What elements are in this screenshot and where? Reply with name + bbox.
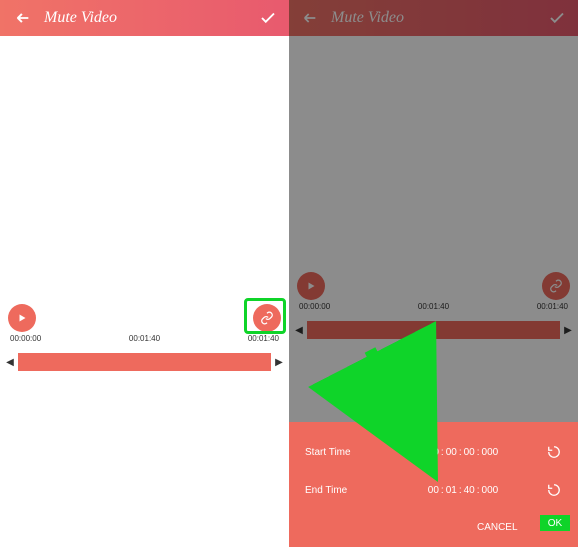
chevron-right-icon[interactable]: ▶ [564, 325, 572, 336]
page-title: Mute Video [331, 9, 536, 27]
end-minutes[interactable]: 01 [446, 485, 457, 496]
app-header: Mute Video [0, 0, 289, 36]
play-button[interactable] [8, 304, 36, 332]
time-labels: 00:00:00 00:01:40 00:01:40 [0, 334, 289, 343]
confirm-icon[interactable] [259, 9, 277, 27]
controls-row [289, 264, 578, 302]
end-time-row: End Time 00: 01: 40: 000 [305, 482, 562, 498]
screen-left: Mute Video 00:00:00 00:01:40 00:01:40 ◀ … [0, 0, 289, 547]
time-mid-label: 00:01:40 [418, 302, 449, 311]
trimmer-bar[interactable] [18, 353, 271, 371]
end-ms[interactable]: 000 [482, 485, 499, 496]
ok-button[interactable]: OK [536, 520, 562, 535]
start-time-segments[interactable]: 00: 00: 00: 000 [380, 447, 546, 458]
page-title: Mute Video [44, 9, 247, 27]
time-end-label: 00:01:40 [537, 302, 568, 311]
panel-actions: CANCEL OK [305, 520, 562, 535]
time-mid-label: 00:01:40 [129, 334, 160, 343]
trimmer[interactable]: ◀ ▶ [0, 343, 289, 381]
end-time-segments[interactable]: 00: 01: 40: 000 [380, 485, 546, 496]
link-time-button[interactable] [542, 272, 570, 300]
end-seconds[interactable]: 40 [464, 485, 475, 496]
reset-start-icon[interactable] [546, 444, 562, 460]
start-time-row: Start Time 00: 00: 00: 000 [305, 444, 562, 460]
start-ms[interactable]: 000 [482, 447, 499, 458]
end-hours[interactable]: 00 [428, 485, 439, 496]
video-preview [0, 36, 289, 296]
trimmer-bar[interactable] [307, 321, 560, 339]
video-preview [289, 36, 578, 264]
start-time-label: Start Time [305, 447, 380, 458]
chevron-left-icon[interactable]: ◀ [6, 357, 14, 368]
reset-end-icon[interactable] [546, 482, 562, 498]
start-hours[interactable]: 00 [428, 447, 439, 458]
time-start-label: 00:00:00 [299, 302, 330, 311]
back-icon[interactable] [12, 10, 32, 26]
chevron-left-icon[interactable]: ◀ [295, 325, 303, 336]
screen-right: Mute Video 00:00:00 00:01:40 00:01:40 ◀ … [289, 0, 578, 547]
chevron-right-icon[interactable]: ▶ [275, 357, 283, 368]
trimmer[interactable]: ◀ ▶ [289, 311, 578, 349]
time-range-panel: Start Time 00: 00: 00: 000 End Time 00: … [289, 422, 578, 547]
time-labels: 00:00:00 00:01:40 00:01:40 [289, 302, 578, 311]
back-icon[interactable] [301, 10, 319, 26]
controls-row [0, 296, 289, 334]
cancel-button[interactable]: CANCEL [477, 522, 518, 533]
end-time-label: End Time [305, 485, 380, 496]
time-start-label: 00:00:00 [10, 334, 41, 343]
app-header: Mute Video [289, 0, 578, 36]
time-end-label: 00:01:40 [248, 334, 279, 343]
link-time-button[interactable] [253, 304, 281, 332]
confirm-icon[interactable] [548, 9, 566, 27]
start-seconds[interactable]: 00 [464, 447, 475, 458]
start-minutes[interactable]: 00 [446, 447, 457, 458]
play-button[interactable] [297, 272, 325, 300]
